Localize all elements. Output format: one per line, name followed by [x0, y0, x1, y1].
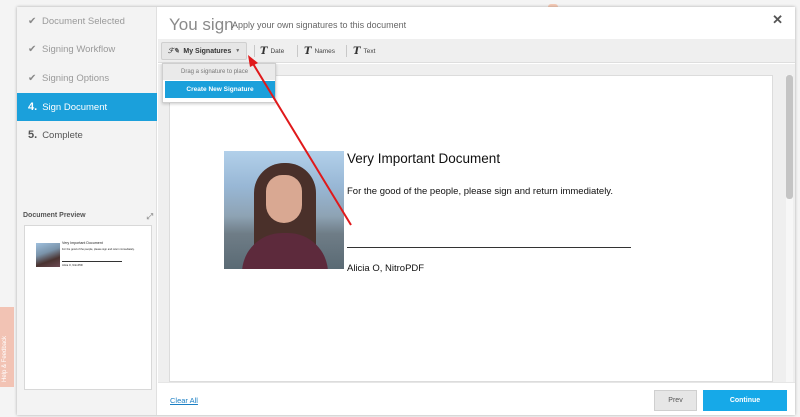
create-new-signature-button[interactable]: Create New Signature	[165, 81, 275, 98]
names-label: Names	[314, 47, 336, 55]
my-signatures-button[interactable]: ℱ✎ My Signatures ▼	[161, 42, 248, 60]
chevron-down-icon: ▼	[235, 48, 241, 54]
preview-line: For the good of the people, please sign …	[62, 248, 135, 251]
document-page[interactable]: Very Important Document For the good of …	[169, 75, 773, 382]
document-canvas: Very Important Document For the good of …	[158, 64, 795, 382]
text-field-button[interactable]: T Text	[353, 39, 375, 63]
signature-line[interactable]	[347, 247, 631, 248]
step-signing-options[interactable]: ✔ Signing Options	[17, 64, 157, 92]
date-label: Date	[270, 47, 285, 55]
page-title: You sign	[169, 15, 234, 34]
help-feedback-tab[interactable]: Help & Feedback	[0, 307, 14, 387]
document-body-text: For the good of the people, please sign …	[347, 186, 613, 197]
photo-face	[266, 175, 302, 223]
close-icon[interactable]: ✕	[772, 12, 783, 28]
preview-title: Very Important Document	[62, 241, 103, 245]
signer-name: Alicia O, NitroPDF	[347, 263, 425, 274]
sign-modal: ✔ Document Selected ✔ Signing Workflow ✔…	[17, 7, 795, 415]
prev-button[interactable]: Prev	[654, 390, 697, 411]
step-sign-document[interactable]: 4. Sign Document	[17, 93, 157, 121]
step-label: Signing Options	[42, 72, 110, 84]
scrollbar-thumb[interactable]	[786, 75, 793, 199]
preview-signature-line	[62, 261, 122, 262]
document-preview-thumbnail[interactable]: Very Important Document For the good of …	[24, 225, 152, 390]
document-preview-header: Document Preview ⤢	[23, 212, 153, 222]
preview-photo	[36, 243, 60, 267]
signing-toolbar: ℱ✎ My Signatures ▼ T Date T Names T Text	[158, 39, 795, 63]
step-label: Sign Document	[42, 101, 108, 113]
step-label: Complete	[42, 129, 83, 141]
check-icon: ✔	[28, 43, 37, 55]
document-title: Very Important Document	[347, 151, 501, 166]
help-feedback-label: Help & Feedback	[2, 335, 8, 382]
preview-name: Alicia O, NitroPDF	[62, 264, 84, 267]
signature-pen-icon: ℱ✎	[168, 48, 180, 55]
text-label: Text	[363, 47, 376, 55]
step-signing-workflow[interactable]: ✔ Signing Workflow	[17, 35, 157, 63]
check-icon: ✔	[28, 15, 37, 27]
signatures-dropdown: Drag a signature to place Create New Sig…	[162, 63, 276, 103]
toolbar-divider	[346, 45, 347, 57]
expand-icon[interactable]: ⤢	[147, 212, 153, 222]
toolbar-divider	[297, 45, 298, 57]
step-number: 4.	[28, 101, 38, 113]
toolbar-divider	[254, 45, 255, 57]
text-tool-icon: T	[353, 45, 361, 57]
dropdown-hint: Drag a signature to place	[163, 64, 275, 80]
names-field-button[interactable]: T Names	[304, 39, 335, 63]
continue-button[interactable]: Continue	[703, 390, 787, 411]
document-photo	[224, 151, 344, 269]
step-number: 5.	[28, 129, 38, 141]
step-complete[interactable]: 5. Complete	[17, 121, 157, 149]
text-tool-icon: T	[260, 45, 268, 57]
clear-all-link[interactable]: Clear All	[170, 396, 198, 405]
date-field-button[interactable]: T Date	[260, 39, 284, 63]
workflow-sidebar: ✔ Document Selected ✔ Signing Workflow ✔…	[17, 7, 157, 415]
modal-footer: Clear All Prev Continue	[158, 382, 795, 415]
step-document-selected[interactable]: ✔ Document Selected	[17, 7, 157, 35]
document-preview-label: Document Preview	[23, 212, 86, 219]
text-tool-icon: T	[304, 45, 312, 57]
my-signatures-label: My Signatures	[183, 47, 232, 55]
step-label: Document Selected	[42, 15, 125, 27]
page-subtitle: Apply your own signatures to this docume…	[232, 20, 407, 30]
check-icon: ✔	[28, 72, 37, 84]
step-label: Signing Workflow	[42, 43, 116, 55]
